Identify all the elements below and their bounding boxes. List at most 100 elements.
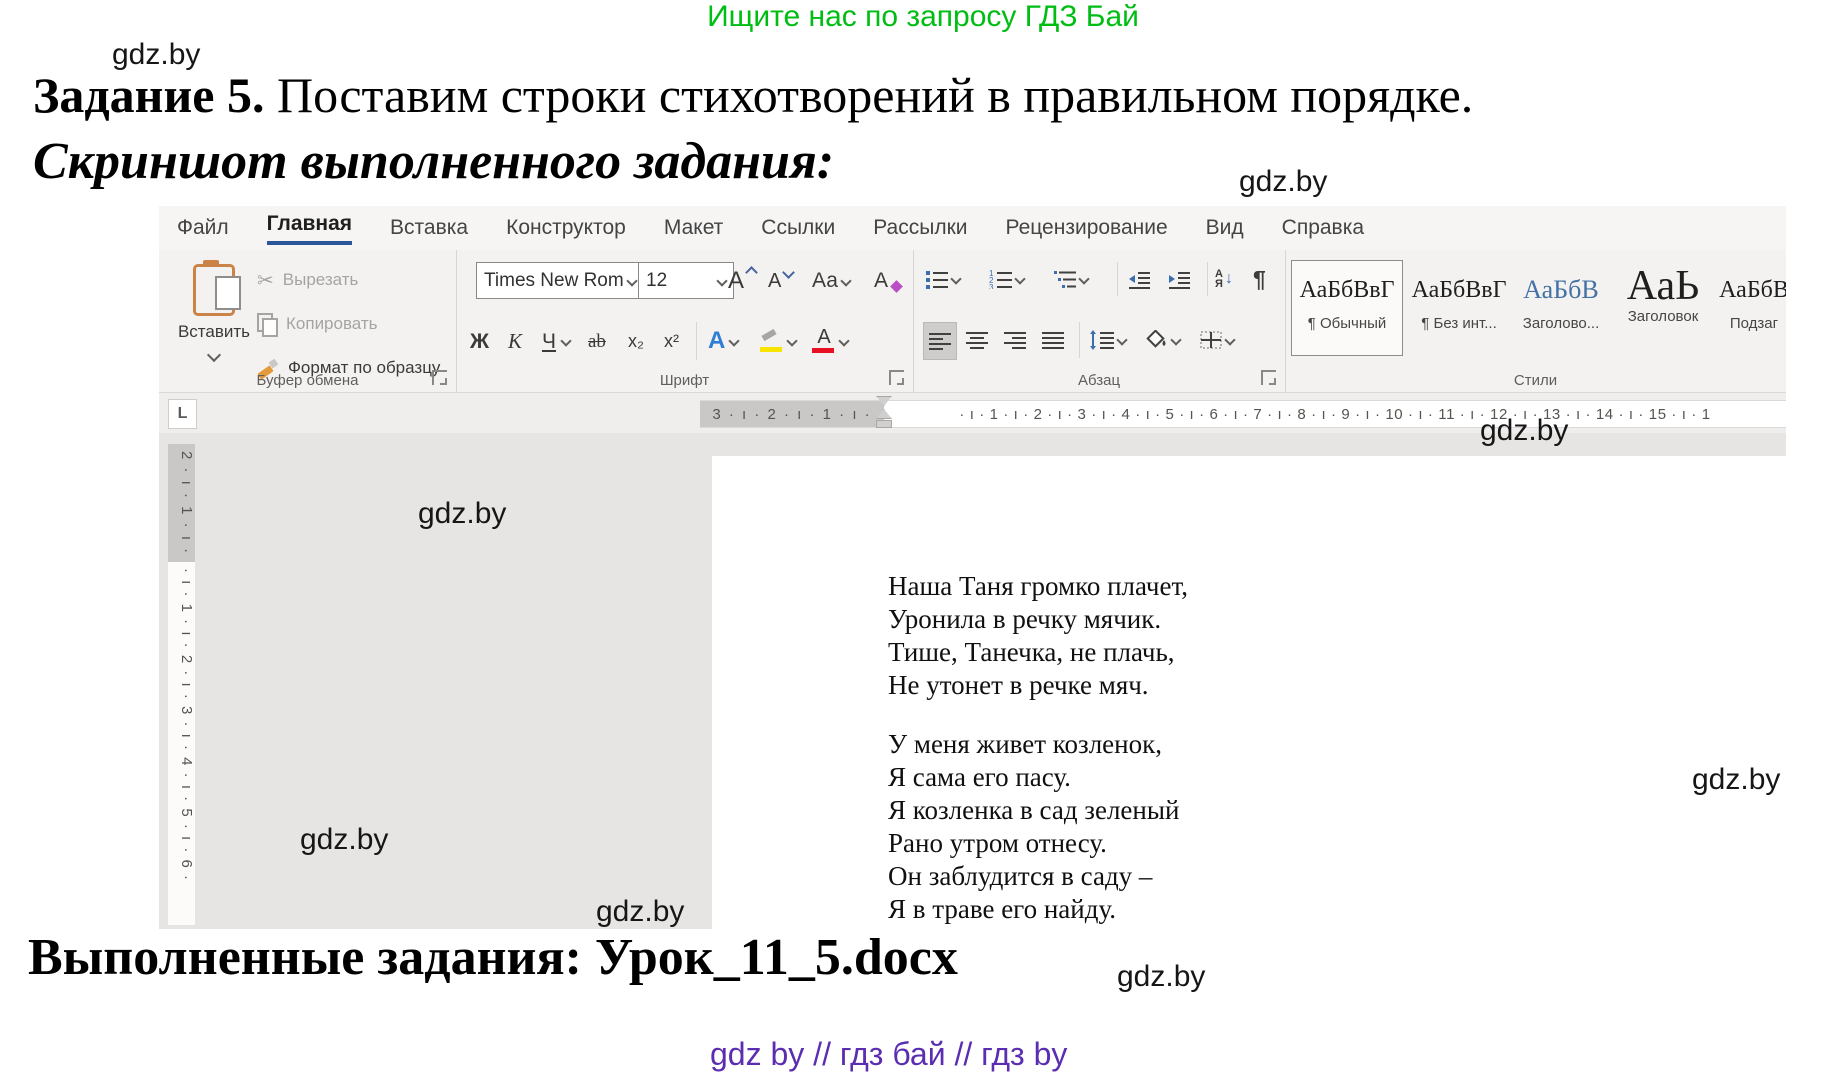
scissors-icon: ✂ bbox=[257, 268, 274, 293]
highlight-color-bar bbox=[760, 347, 782, 352]
borders-button[interactable] bbox=[1199, 322, 1234, 358]
tab-layout[interactable]: Макет bbox=[664, 206, 723, 250]
align-left-button[interactable] bbox=[923, 322, 957, 360]
tab-help[interactable]: Справка bbox=[1282, 206, 1364, 250]
shading-button[interactable] bbox=[1143, 322, 1180, 358]
page: Ищите нас по запросу ГДЗ Бай gdz.by Зада… bbox=[0, 0, 1846, 1076]
italic-button[interactable]: К bbox=[508, 324, 522, 358]
paint-bucket-icon bbox=[1143, 330, 1169, 350]
hanging-indent-marker[interactable] bbox=[876, 409, 892, 419]
font-group: Times New Rom 12 А А Аа А bbox=[456, 250, 914, 392]
shrink-font-button[interactable]: А bbox=[768, 262, 793, 299]
underline-button[interactable]: Ч bbox=[542, 324, 570, 358]
align-center-button[interactable] bbox=[965, 322, 989, 358]
chevron-down-icon bbox=[1116, 334, 1127, 345]
ribbon: Вставить ✂ Вырезать Копировать Формат по… bbox=[159, 250, 1786, 393]
watermark: gdz.by bbox=[1117, 960, 1205, 994]
chevron-down-icon bbox=[1170, 334, 1181, 345]
text-effects-button[interactable]: А bbox=[708, 324, 738, 358]
line-spacing-button[interactable] bbox=[1089, 322, 1126, 358]
font-group-label: Шрифт bbox=[456, 372, 913, 389]
task-text: Поставим строки стихотворений в правильн… bbox=[265, 67, 1474, 123]
indent-markers[interactable] bbox=[875, 396, 893, 428]
divider bbox=[1079, 322, 1080, 358]
subscript-button[interactable]: x₂ bbox=[628, 324, 644, 358]
highlight-button[interactable] bbox=[760, 324, 796, 358]
poem-line: Рано утром отнесу. bbox=[888, 827, 1179, 860]
style-title[interactable]: АаЬ Заголовок bbox=[1613, 260, 1713, 354]
paragraph-group-label: Абзац bbox=[913, 372, 1285, 389]
chevron-down-icon bbox=[786, 335, 797, 346]
bullets-button[interactable] bbox=[925, 262, 960, 296]
font-color-button[interactable]: А bbox=[812, 324, 848, 358]
style-heading1[interactable]: АаБбВ Заголово... bbox=[1515, 260, 1607, 354]
paragraph-group: 123 bbox=[913, 250, 1286, 392]
chevron-down-icon bbox=[626, 275, 637, 286]
clear-formatting-button[interactable]: А bbox=[874, 262, 901, 299]
chevron-down-icon bbox=[716, 275, 727, 286]
grow-font-button[interactable]: А bbox=[728, 262, 756, 299]
multilevel-list-button[interactable] bbox=[1053, 262, 1088, 296]
ruler-margin-ticks: 3 · ı · 2 · ı · 1 · ı · bbox=[700, 401, 884, 427]
copy-icon bbox=[257, 313, 277, 335]
sort-button[interactable]: АЯ ↓ bbox=[1215, 262, 1233, 296]
watermark: gdz.by bbox=[418, 497, 506, 531]
copy-button[interactable]: Копировать bbox=[257, 306, 378, 342]
paste-button[interactable]: Вставить bbox=[171, 258, 257, 378]
decrease-indent-button[interactable] bbox=[1127, 262, 1151, 296]
chevron-down-icon bbox=[1078, 273, 1089, 284]
line-spacing-icon bbox=[1089, 330, 1115, 350]
style-normal[interactable]: АаБбВвГ ¶ Обычный bbox=[1291, 260, 1403, 356]
tab-insert[interactable]: Вставка bbox=[390, 206, 468, 250]
numbering-button[interactable]: 123 bbox=[989, 262, 1024, 296]
banner-text: Ищите нас по запросу ГДЗ Бай bbox=[0, 0, 1846, 34]
font-dialog-launcher-icon[interactable] bbox=[889, 370, 904, 385]
clipboard-dialog-launcher-icon[interactable] bbox=[432, 370, 447, 385]
font-size-combobox[interactable]: 12 bbox=[638, 262, 734, 299]
justify-button[interactable] bbox=[1041, 322, 1065, 358]
align-right-button[interactable] bbox=[1003, 322, 1027, 358]
tab-mailings[interactable]: Рассылки bbox=[873, 206, 967, 250]
chevron-down-icon bbox=[1014, 273, 1025, 284]
divider bbox=[1117, 262, 1118, 296]
poem-line: Он заблудится в саду – bbox=[888, 860, 1179, 893]
poem-line: Тише, Танечка, не плачь, bbox=[888, 636, 1188, 669]
first-line-indent-marker[interactable] bbox=[876, 396, 892, 406]
tab-references[interactable]: Ссылки bbox=[761, 206, 835, 250]
poem-line: Не утонет в речке мяч. bbox=[888, 669, 1188, 702]
caret-up-icon bbox=[745, 266, 758, 279]
increase-indent-icon bbox=[1167, 269, 1191, 289]
bold-button[interactable]: Ж bbox=[470, 324, 489, 358]
increase-indent-button[interactable] bbox=[1167, 262, 1191, 296]
poem-stanza-1: Наша Таня громко плачет, Уронила в речку… bbox=[888, 570, 1188, 702]
superscript-button[interactable]: x² bbox=[664, 324, 679, 358]
tab-file[interactable]: Файл bbox=[177, 206, 229, 250]
document-page[interactable]: Наша Таня громко плачет, Уронила в речку… bbox=[712, 456, 1786, 929]
clipboard-group-label: Буфер обмена bbox=[159, 372, 456, 389]
horizontal-ruler[interactable]: 3 · ı · 2 · ı · 1 · ı · · ı · 1 · ı · 2 … bbox=[700, 400, 1786, 428]
clipboard-group: Вставить ✂ Вырезать Копировать Формат по… bbox=[159, 250, 457, 392]
chevron-down-icon bbox=[840, 275, 851, 286]
font-name-combobox[interactable]: Times New Rom bbox=[476, 262, 644, 299]
tab-design[interactable]: Конструктор bbox=[506, 206, 626, 250]
watermark: gdz.by bbox=[1239, 165, 1327, 199]
change-case-button[interactable]: Аа bbox=[812, 262, 850, 299]
tab-selector[interactable]: L bbox=[168, 399, 197, 429]
justify-icon bbox=[1041, 330, 1065, 350]
document-area: Наша Таня громко плачет, Уронила в речку… bbox=[159, 433, 1786, 929]
watermark: gdz.by bbox=[1692, 763, 1780, 797]
tab-home[interactable]: Главная bbox=[267, 206, 352, 250]
left-indent-marker[interactable] bbox=[876, 420, 892, 428]
paste-icon bbox=[193, 264, 235, 316]
cut-button[interactable]: ✂ Вырезать bbox=[257, 262, 358, 298]
vertical-ruler[interactable]: 2 · ı · 1 · ı · · ı · 1 · ı · 2 · ı · 3 … bbox=[168, 444, 195, 925]
strikethrough-button[interactable]: ab bbox=[588, 324, 606, 358]
paragraph-dialog-launcher-icon[interactable] bbox=[1261, 370, 1276, 385]
tab-review[interactable]: Рецензирование bbox=[1006, 206, 1168, 250]
show-formatting-marks-button[interactable]: ¶ bbox=[1253, 262, 1266, 296]
poem-line: Я козленка в сад зеленый bbox=[888, 794, 1179, 827]
style-no-spacing[interactable]: АаБбВвГ ¶ Без инт... bbox=[1409, 260, 1509, 354]
poem-line: Я в траве его найду. bbox=[888, 893, 1179, 926]
tab-view[interactable]: Вид bbox=[1206, 206, 1244, 250]
style-subtitle[interactable]: АаБбВ Подзаг bbox=[1719, 260, 1786, 354]
